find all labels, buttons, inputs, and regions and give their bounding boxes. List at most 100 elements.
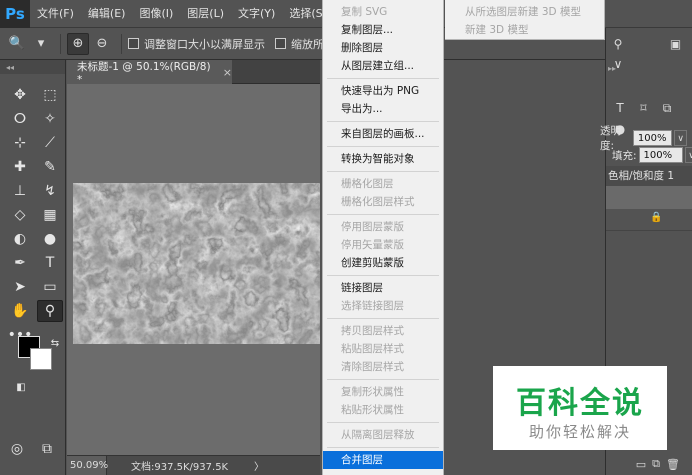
status-bar: 50.09% 文档:937.5K/937.5K 〉: [67, 455, 320, 475]
magic-wand-tool-icon[interactable]: ✧: [37, 108, 63, 130]
context-menu-item[interactable]: 导出为...: [323, 100, 443, 118]
document-tab[interactable]: 未标题-1 @ 50.1%(RGB/8) * ×: [67, 60, 232, 86]
canvas-area[interactable]: [67, 84, 320, 455]
clone-stamp-tool-icon[interactable]: ⊥: [7, 180, 33, 202]
chevron-down-icon[interactable]: ∨: [684, 147, 692, 163]
rectangle-tool-icon[interactable]: ▭: [37, 276, 63, 298]
hand-tool-icon[interactable]: ✋: [7, 300, 33, 322]
new-group-icon[interactable]: ▭: [636, 458, 646, 471]
context-menu-item[interactable]: 快速导出为 PNG: [323, 82, 443, 100]
brush-tool-icon[interactable]: ✎: [37, 156, 63, 178]
eraser-tool-icon[interactable]: ◇: [7, 204, 33, 226]
menu-file[interactable]: 文件(F): [30, 0, 81, 28]
menu-separator: [327, 275, 439, 276]
menu-type[interactable]: 文字(Y): [231, 0, 282, 28]
context-menu-item[interactable]: 复制图层...: [323, 21, 443, 39]
lasso-tool-icon[interactable]: ⵔ: [7, 108, 33, 130]
menu-edit[interactable]: 编辑(E): [81, 0, 133, 28]
rock-texture-image: [73, 183, 320, 344]
canvas-image[interactable]: [73, 183, 320, 344]
context-menu-item: 停用图层蒙版: [341, 221, 404, 233]
resize-window-label: 调整窗口大小以满屏显示: [144, 37, 265, 51]
context-menu-item: 复制 SVG: [341, 6, 388, 18]
resize-window-checkbox[interactable]: [128, 38, 139, 49]
divider: [121, 33, 122, 54]
zoom-tool-icon[interactable]: ⚲: [37, 300, 63, 322]
menu-separator: [327, 78, 439, 79]
path-selection-tool-icon[interactable]: ➤: [7, 276, 33, 298]
move-tool-icon[interactable]: ✥: [7, 84, 33, 106]
layer-row-adjustment[interactable]: 色相/饱和度 1: [606, 166, 692, 186]
layer-context-menu: 复制 SVG 复制图层... 删除图层 从图层建立组... 快速导出为 PNG 导出为..…: [322, 0, 444, 475]
watermark-subtitle: 助你轻松解决: [528, 423, 631, 441]
context-menu-item[interactable]: 删除图层: [323, 39, 443, 57]
context-menu-item[interactable]: 链接图层: [323, 279, 443, 297]
document-tab-bar: 未标题-1 @ 50.1%(RGB/8) * ×: [67, 60, 320, 86]
context-menu-item: 选择链接图层: [341, 300, 404, 312]
context-menu-item[interactable]: 合并图层: [323, 451, 443, 469]
marquee-tool-icon[interactable]: ⬚: [37, 84, 63, 106]
context-menu-item[interactable]: 从图层建立组...: [323, 57, 443, 75]
quick-mask-icon[interactable]: ◎: [4, 438, 30, 460]
blur-tool-icon[interactable]: ◐: [7, 228, 33, 250]
chevron-down-icon[interactable]: ∨: [674, 130, 687, 146]
context-menu-item: 清除图层样式: [341, 361, 404, 373]
menu-separator: [327, 422, 439, 423]
toolbox-collapse-icon[interactable]: ◂◂: [0, 60, 65, 74]
menu-separator: [327, 379, 439, 380]
chevron-down-icon[interactable]: ▾: [30, 33, 52, 55]
smart-object-filter-icon[interactable]: ⧉: [657, 99, 677, 119]
opacity-field[interactable]: 100%: [632, 130, 673, 146]
history-brush-tool-icon[interactable]: ↯: [37, 180, 63, 202]
fill-row: 填充: 100% ∨: [612, 147, 692, 163]
panel-menu-icon[interactable]: ▣: [666, 34, 686, 54]
document-info: 文档:937.5K/937.5K: [131, 462, 229, 473]
context-menu-item: 栅格化图层样式: [341, 196, 415, 208]
context-menu-item[interactable]: 转换为智能对象: [323, 150, 443, 168]
context-menu-item: 从隔离图层释放: [341, 429, 415, 441]
zoom-out-icon[interactable]: ⊖: [91, 33, 113, 55]
close-icon[interactable]: ×: [223, 66, 232, 79]
type-filter-icon[interactable]: T: [610, 98, 630, 118]
layer-row-selected[interactable]: [606, 186, 692, 209]
crop-tool-icon[interactable]: ⊹: [7, 132, 33, 154]
context-menu-item: 复制形状属性: [341, 386, 404, 398]
context-menu-item[interactable]: 创建剪贴蒙版: [323, 254, 443, 272]
context-menu-item: 粘贴形状属性: [341, 404, 404, 416]
layer-name: 色相/饱和度 1: [608, 170, 675, 182]
photoshop-logo: Ps: [0, 0, 30, 28]
trash-icon[interactable]: 🗑: [666, 458, 680, 471]
dodge-tool-icon[interactable]: ●: [37, 228, 63, 250]
eyedropper-tool-icon[interactable]: ⟋: [37, 132, 63, 154]
zoom-level-field[interactable]: 50.09%: [67, 455, 108, 475]
menu-layer[interactable]: 图层(L): [180, 0, 231, 28]
fill-label: 填充:: [612, 149, 637, 162]
panel-collapse-icon[interactable]: ▸▸: [608, 64, 692, 73]
zoom-all-checkbox[interactable]: [275, 38, 286, 49]
swap-colors-icon[interactable]: ⇆: [42, 332, 68, 354]
search-icon[interactable]: ⚲: [608, 34, 628, 54]
type-tool-icon[interactable]: T: [37, 252, 63, 274]
pen-tool-icon[interactable]: ✒: [7, 252, 33, 274]
menu-image[interactable]: 图像(I): [132, 0, 180, 28]
new-layer-icon[interactable]: ⧉: [652, 457, 660, 471]
fill-field[interactable]: 100%: [638, 147, 683, 163]
menu-separator: [327, 146, 439, 147]
screen-mode-icon[interactable]: ⧉: [34, 438, 60, 460]
chevron-right-icon[interactable]: 〉: [254, 458, 320, 473]
menu-separator: [327, 318, 439, 319]
layer-row-background[interactable]: 🔒: [606, 209, 692, 231]
zoom-in-icon[interactable]: ⊕: [67, 32, 89, 55]
submenu-item: 新建 3D 模型: [465, 24, 529, 36]
shape-filter-icon[interactable]: ⌑: [634, 98, 654, 118]
gradient-tool-icon[interactable]: ▦: [37, 204, 63, 226]
context-menu-item[interactable]: 来自图层的画板...: [323, 125, 443, 143]
default-colors-icon[interactable]: ◧: [8, 376, 34, 398]
divider: [60, 33, 61, 54]
healing-brush-tool-icon[interactable]: ✚: [7, 156, 33, 178]
menu-separator: [327, 447, 439, 448]
context-menu-item: 拷贝图层样式: [341, 325, 404, 337]
watermark: 百科全说 助你轻松解决: [493, 366, 667, 450]
watermark-title: 百科全说: [516, 386, 644, 421]
zoom-tool-preset-icon[interactable]: 🔍: [6, 33, 28, 55]
